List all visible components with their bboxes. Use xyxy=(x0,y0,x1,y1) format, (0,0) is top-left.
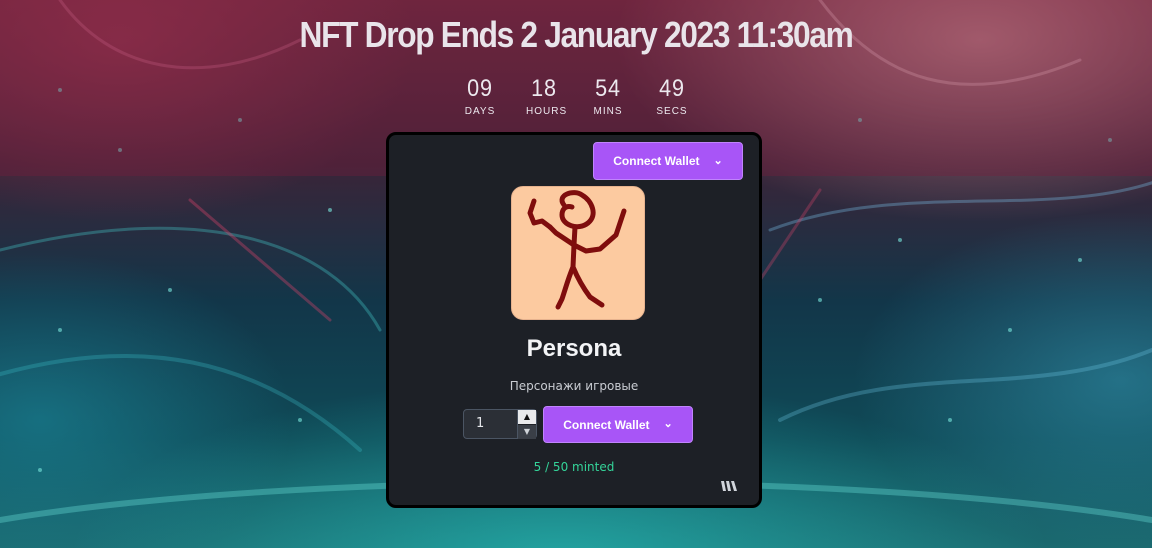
chevron-down-icon: ⌄ xyxy=(713,154,723,167)
minted-status: 5 / 50 minted xyxy=(533,460,615,474)
nft-image xyxy=(511,186,645,320)
countdown-mins-label: MINS xyxy=(593,106,623,117)
nft-description: Персонажи игровые xyxy=(509,379,639,393)
decrement-arrow-icon[interactable]: ▼ xyxy=(518,425,536,439)
countdown-timer: 09 DAYS 18 HOURS 54 MINS 49 SECS xyxy=(0,74,1152,117)
nft-name: Persona xyxy=(526,335,622,362)
countdown-days: 09 DAYS xyxy=(462,74,498,117)
countdown-mins: 54 MINS xyxy=(590,74,626,117)
countdown-secs: 49 SECS xyxy=(654,74,690,117)
stick-figure-art-icon xyxy=(527,190,627,310)
countdown-hours-label: HOURS xyxy=(526,106,568,117)
countdown-hours-value: 18 xyxy=(531,75,557,102)
countdown-secs-label: SECS xyxy=(656,106,688,117)
connect-wallet-button-top[interactable]: Connect Wallet ⌄ xyxy=(593,142,743,180)
connect-wallet-mint-label: Connect Wallet xyxy=(563,417,650,432)
increment-arrow-icon[interactable]: ▲ xyxy=(518,410,536,425)
chevron-down-icon: ⌄ xyxy=(663,418,673,430)
countdown-mins-value: 54 xyxy=(595,75,621,102)
drop-end-headline: NFT Drop Ends 2 January 2023 11:30am xyxy=(299,14,854,55)
countdown-secs-value: 49 xyxy=(659,75,685,102)
quantity-stepper[interactable]: 1 ▲ ▼ xyxy=(463,409,537,439)
mint-card: Connect Wallet ⌄ Persona Персонажи игров… xyxy=(386,132,762,508)
countdown-hours: 18 HOURS xyxy=(526,74,568,117)
countdown-days-value: 09 xyxy=(467,75,493,102)
countdown-days-label: DAYS xyxy=(464,106,496,117)
connect-wallet-button-mint[interactable]: Connect Wallet ⌄ xyxy=(543,406,693,443)
connect-wallet-label: Connect Wallet xyxy=(613,154,700,168)
thirdweb-logo-icon xyxy=(721,481,737,491)
quantity-step-buttons: ▲ ▼ xyxy=(517,410,536,439)
quantity-value[interactable]: 1 xyxy=(464,410,517,438)
